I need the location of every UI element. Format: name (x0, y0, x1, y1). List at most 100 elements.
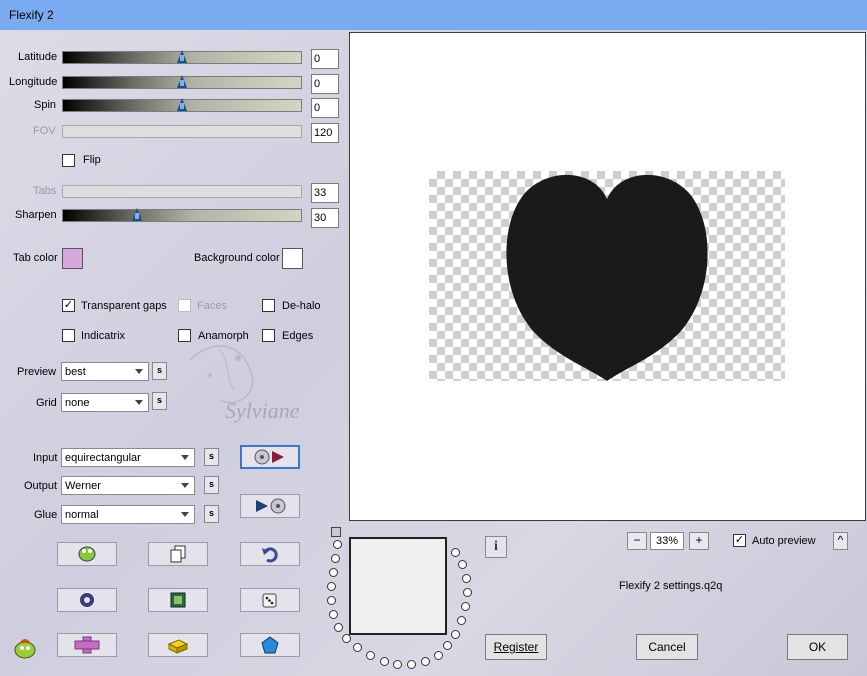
input-select-value: equirectangular (65, 452, 141, 464)
de-halo-label: De-halo (282, 300, 321, 312)
navigator-dot (329, 610, 338, 619)
tabs-slider (62, 185, 302, 198)
latitude-label: Latitude (18, 51, 58, 63)
grid-select[interactable]: none (61, 393, 149, 412)
tab-color-swatch[interactable] (62, 248, 83, 269)
frog-icon (78, 546, 96, 562)
spin-slider-thumb[interactable] (177, 98, 188, 111)
load-input-button[interactable] (240, 445, 300, 469)
dice-button[interactable] (240, 588, 300, 612)
faces-checkbox (178, 299, 191, 312)
longitude-value-field[interactable]: 0 (311, 74, 339, 94)
sharpen-value-field[interactable]: 30 (311, 208, 339, 228)
flip-label: Flip (83, 154, 101, 166)
glue-s-button[interactable]: s (204, 505, 219, 523)
plus-shape-button[interactable] (57, 633, 117, 657)
navigator-dot (331, 554, 340, 563)
dice-icon (262, 593, 277, 608)
fov-label: FOV (33, 125, 56, 137)
zoom-level-field[interactable]: 33% (650, 532, 684, 550)
ok-button[interactable]: OK (787, 634, 848, 660)
randomize-button[interactable] (57, 542, 117, 566)
tab-color-label: Tab color (13, 252, 58, 264)
latitude-value-field[interactable]: 0 (311, 49, 339, 69)
latitude-slider-thumb[interactable] (177, 50, 188, 63)
latitude-slider[interactable] (62, 50, 302, 64)
glue-select[interactable]: normal (61, 505, 195, 524)
faces-label: Faces (197, 300, 227, 312)
navigator-dot (462, 574, 471, 583)
grid-select-value: none (65, 397, 90, 409)
fov-value-field[interactable]: 120 (311, 123, 339, 143)
longitude-slider-thumb[interactable] (177, 75, 188, 88)
spin-slider[interactable] (62, 98, 302, 112)
navigator-dot (461, 602, 470, 611)
preview-s-button[interactable]: s (152, 362, 167, 380)
info-button[interactable]: i (485, 536, 507, 558)
navigator-handle[interactable] (331, 527, 341, 537)
collapse-button[interactable]: ^ (833, 532, 848, 550)
save-output-button[interactable] (240, 494, 300, 518)
navigator-dot (366, 651, 375, 660)
disc-to-arrow-icon (254, 449, 284, 465)
pink-cross-icon (74, 636, 100, 654)
ok-button-label: OK (808, 640, 827, 654)
navigator-dot (451, 630, 460, 639)
navigator-dot (393, 660, 402, 669)
navigator-dot (380, 657, 389, 666)
preview-select[interactable]: best (61, 362, 149, 381)
zoom-out-button[interactable]: − (627, 532, 647, 550)
input-select[interactable]: equirectangular (61, 448, 195, 467)
input-s-button[interactable]: s (204, 448, 219, 466)
sharpen-slider[interactable] (62, 208, 302, 222)
chevron-down-icon (181, 455, 189, 460)
register-button-label: Register (493, 640, 539, 654)
navigator-dot (327, 596, 336, 605)
heart-shape (506, 174, 708, 381)
navigator-thumbnail[interactable] (349, 537, 447, 635)
glue-select-label: Glue (34, 509, 58, 521)
ring-icon (80, 593, 94, 607)
zoom-in-button[interactable]: + (689, 532, 709, 550)
output-select[interactable]: Werner (61, 476, 195, 495)
watermark-text: Sylviane (225, 398, 300, 423)
brick-button[interactable] (148, 633, 208, 657)
chevron-down-icon (181, 512, 189, 517)
navigator-dot (327, 582, 336, 591)
indicatrix-checkbox[interactable] (62, 329, 75, 342)
copy-button[interactable] (148, 542, 208, 566)
grid-s-button[interactable]: s (152, 392, 167, 410)
input-select-label: Input (33, 452, 58, 464)
chevron-down-icon (135, 369, 143, 374)
background-color-label: Background color (194, 252, 280, 264)
longitude-slider[interactable] (62, 75, 302, 89)
navigator-dot (407, 660, 416, 669)
navigator-dot (329, 568, 338, 577)
navigator-dot (451, 548, 460, 557)
tabs-value-field[interactable]: 33 (311, 183, 339, 203)
de-halo-checkbox[interactable] (262, 299, 275, 312)
gem-button[interactable] (240, 633, 300, 657)
torus-button[interactable] (57, 588, 117, 612)
spin-value-field[interactable]: 0 (311, 98, 339, 118)
output-s-button[interactable]: s (204, 476, 219, 494)
fov-slider (62, 125, 302, 138)
grid-select-label: Grid (36, 397, 57, 409)
flip-checkbox[interactable] (62, 154, 75, 167)
preview-select-label: Preview (17, 366, 57, 378)
background-color-swatch[interactable] (282, 248, 303, 269)
navigator-dot (421, 657, 430, 666)
arrow-to-disc-icon (256, 498, 286, 514)
indicatrix-label: Indicatrix (81, 330, 126, 342)
transparent-gaps-checkbox[interactable]: ✓ (62, 299, 75, 312)
sharpen-slider-thumb[interactable] (132, 208, 143, 221)
undo-button[interactable] (240, 542, 300, 566)
navigator-dot (353, 643, 362, 652)
cancel-button[interactable]: Cancel (636, 634, 698, 660)
auto-preview-checkbox[interactable]: ✓ (733, 534, 746, 547)
chip-button[interactable] (148, 588, 208, 612)
navigator-dot (434, 651, 443, 660)
preview-pane[interactable] (349, 32, 866, 521)
navigator-dot (334, 623, 343, 632)
register-button[interactable]: Register (485, 634, 547, 660)
